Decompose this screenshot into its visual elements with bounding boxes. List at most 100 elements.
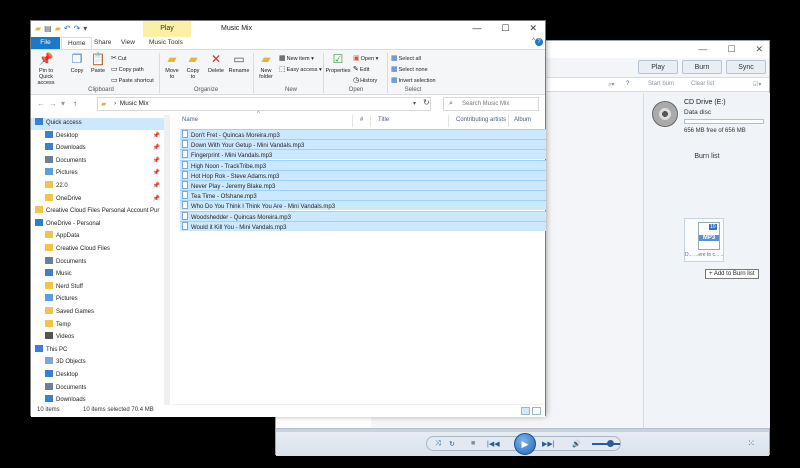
column-contributing-artists[interactable]: Contributing artists — [456, 117, 506, 123]
nav-item[interactable]: AppData — [31, 231, 164, 243]
burn-options-icon[interactable]: ☑▾ — [753, 81, 761, 88]
new-folder-button[interactable]: ▰ New folder — [255, 53, 277, 81]
minimize-icon[interactable]: — — [472, 23, 481, 34]
nav-item[interactable]: 22.0 📌 — [31, 181, 164, 193]
close-icon[interactable]: ✕ — [529, 23, 537, 34]
edit-button[interactable]: ✎Edit — [353, 65, 369, 73]
recent-locations-icon[interactable]: ▾ — [61, 99, 65, 108]
nav-item[interactable]: Documents — [31, 256, 164, 269]
nav-item[interactable]: Creative Cloud Files — [31, 244, 164, 256]
copy-path-button[interactable]: ▭Copy path — [111, 65, 144, 73]
invert-selection-button[interactable]: ▦Invert selection — [391, 76, 436, 84]
address-bar[interactable]: ▰ › Music Mix ▾ — [97, 97, 431, 111]
nav-item[interactable]: OneDrive - Personal — [31, 218, 164, 231]
tab-file[interactable]: File — [31, 37, 60, 49]
nav-item[interactable]: Music — [31, 269, 164, 281]
file-row[interactable]: Fingerprint - Mini Vandals.mp3 — [180, 149, 546, 160]
play-context-tab[interactable]: Play — [143, 21, 191, 37]
new-folder-icon[interactable]: ▰ — [55, 24, 61, 33]
search-dropdown-icon[interactable]: ⌕▾ — [608, 81, 614, 89]
forward-arrow-icon[interactable]: → — [49, 99, 57, 108]
rename-button[interactable]: ▭ Rename — [228, 53, 250, 75]
open-button[interactable]: ▣Open ▾ — [353, 54, 378, 62]
start-burn-button[interactable]: Start burn — [648, 81, 674, 87]
tab-burn[interactable]: Burn — [682, 60, 722, 74]
maximize-icon[interactable]: ☐ — [727, 44, 735, 55]
seek-bar[interactable] — [276, 429, 769, 432]
repeat-icon[interactable]: ↻ — [449, 440, 455, 448]
nav-item[interactable]: Documents 📌 — [31, 155, 164, 168]
search-box[interactable]: ⌕ Search Music Mix — [443, 97, 539, 111]
column-name[interactable]: Name — [182, 117, 198, 123]
new-item-button[interactable]: ▦New item ▾ — [279, 54, 314, 62]
properties-button[interactable]: ☑ Properties — [325, 53, 351, 75]
column-album[interactable]: Album — [514, 117, 531, 123]
help-icon[interactable]: ? — [626, 81, 629, 87]
nav-item[interactable]: Desktop — [31, 370, 164, 382]
minimize-icon[interactable]: — — [698, 44, 707, 55]
nav-item[interactable]: Pictures — [31, 294, 164, 306]
maximize-icon[interactable]: ☐ — [501, 23, 509, 34]
volume-slider[interactable] — [592, 443, 620, 445]
tab-view[interactable]: View — [115, 37, 141, 49]
properties-icon[interactable]: ▤ — [44, 24, 52, 33]
undo-icon[interactable]: ↶ — [64, 24, 71, 33]
history-button[interactable]: ◷History — [353, 76, 377, 84]
nav-item[interactable]: This PC — [31, 344, 164, 357]
select-all-button[interactable]: ▦Select all — [391, 54, 421, 62]
nav-item[interactable]: Quick access — [31, 118, 164, 130]
file-row[interactable]: Who Do You Think I Think You Are - Mini … — [180, 200, 546, 211]
mute-icon[interactable]: 🔊 — [572, 440, 581, 448]
pin-quick-access-button[interactable]: 📌 Pin to Quick access — [33, 53, 59, 87]
nav-item[interactable]: Desktop 📌 — [31, 130, 164, 143]
file-row[interactable]: Would it Kill You - Mini Vandals.mp3 — [180, 220, 546, 231]
help-icon[interactable]: ? — [535, 38, 543, 46]
paste-shortcut-button[interactable]: ▭Paste shortcut — [111, 76, 154, 84]
details-view-icon[interactable] — [521, 407, 530, 415]
tab-share[interactable]: Share — [88, 37, 117, 49]
nav-item[interactable]: Pictures 📌 — [31, 168, 164, 180]
file-row[interactable]: Hot Hop Rok - Steve Adams.mp3 — [180, 169, 546, 180]
file-row[interactable]: Tea Time - Ofshane.mp3 — [180, 190, 546, 201]
file-row[interactable]: Don't Fret - Quincas Moreira.mp3 — [180, 129, 546, 139]
move-to-button[interactable]: ▰ Move to — [163, 53, 181, 81]
nav-item[interactable]: Saved Games — [31, 307, 164, 319]
nav-item[interactable]: 3D Objects — [31, 357, 164, 369]
file-row[interactable]: Down With Your Getup - Mini Vandals.mp3 — [180, 139, 546, 150]
nav-item[interactable]: Temp — [31, 319, 164, 332]
close-icon[interactable]: ✕ — [755, 44, 763, 55]
up-arrow-icon[interactable]: ↑ — [73, 99, 77, 108]
nav-item[interactable]: Downloads 📌 — [31, 143, 164, 155]
previous-icon[interactable]: |◀◀ — [487, 440, 500, 448]
select-none-button[interactable]: ▦Select none — [391, 65, 428, 73]
nav-item[interactable]: Nerd Stuff — [31, 281, 164, 294]
nav-item[interactable]: Creative Cloud Files Personal Account Pu… — [31, 206, 164, 218]
nav-scrollbar[interactable] — [164, 115, 170, 406]
copy-button[interactable]: ❐ Copy — [69, 53, 85, 75]
tab-play[interactable]: Play — [638, 60, 678, 74]
column-title[interactable]: Title — [378, 117, 389, 123]
large-icons-view-icon[interactable] — [532, 407, 541, 415]
refresh-icon[interactable]: ↻ — [423, 98, 430, 107]
volume-knob[interactable] — [607, 440, 614, 447]
easy-access-button[interactable]: ⬚Easy access ▾ — [279, 65, 322, 73]
customize-toolbar-icon[interactable]: ▾ — [83, 24, 87, 33]
shuffle-icon[interactable]: ⤨ — [435, 440, 441, 448]
file-row[interactable]: Never Play - Jeremy Blake.mp3 — [180, 180, 546, 190]
switch-to-now-playing-icon[interactable]: ⁙ — [747, 438, 755, 449]
tab-sync[interactable]: Sync — [726, 60, 766, 74]
copy-to-button[interactable]: ▰ Copy to — [184, 53, 202, 81]
column-number[interactable]: # — [360, 117, 363, 123]
tab-music-tools[interactable]: Music Tools — [143, 37, 189, 49]
clear-list-button[interactable]: Clear list — [691, 81, 714, 87]
paste-button[interactable]: 📋 Paste — [89, 53, 107, 75]
nav-item[interactable]: Videos — [31, 332, 164, 344]
cut-button[interactable]: ✂Cut — [111, 54, 126, 62]
nav-item[interactable]: OneDrive 📌 — [31, 193, 164, 206]
play-button[interactable]: ▶ — [514, 433, 536, 455]
stop-icon[interactable]: ■ — [471, 440, 475, 447]
redo-icon[interactable]: ↷ — [74, 24, 81, 33]
nav-item[interactable]: Documents — [31, 382, 164, 395]
address-dropdown-icon[interactable]: ▾ — [413, 100, 416, 107]
back-arrow-icon[interactable]: ← — [37, 99, 45, 108]
